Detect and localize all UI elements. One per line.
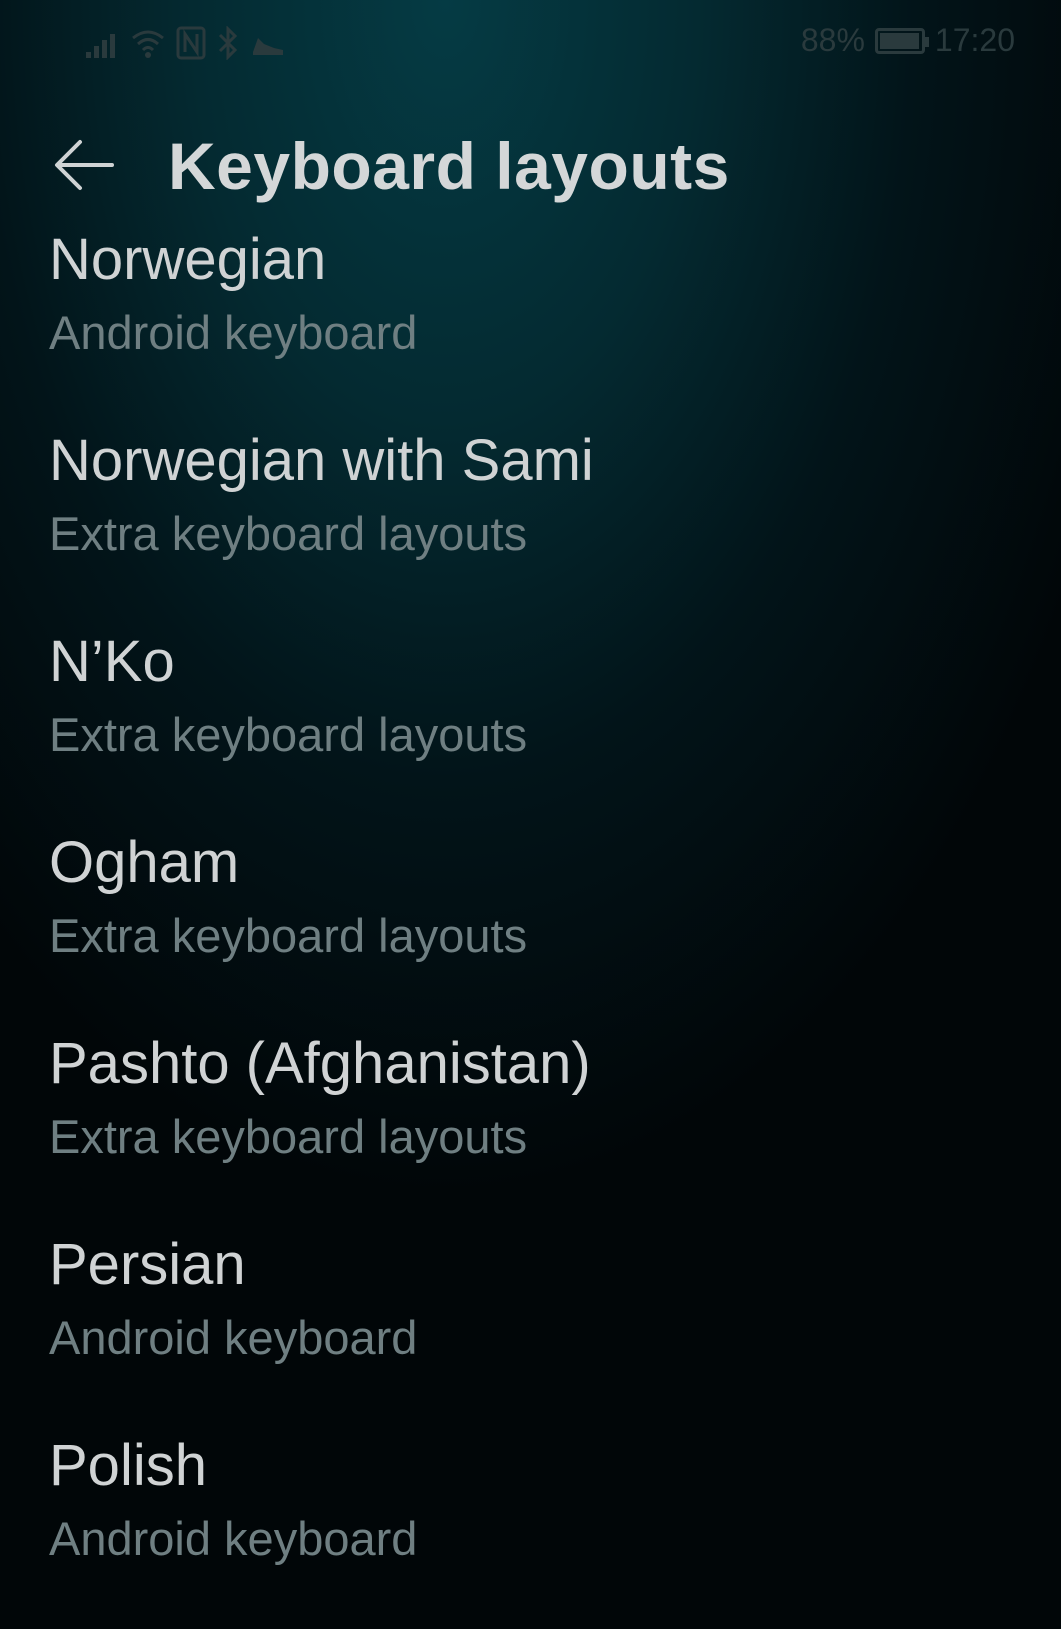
layout-source: Android keyboard — [49, 1311, 418, 1364]
layout-name: Norwegian with Sami — [49, 428, 594, 493]
layout-source: Extra keyboard layouts — [49, 1110, 528, 1163]
status-bar: 88% 17:20 — [0, 0, 1061, 92]
layout-item[interactable]: N’Ko Extra keyboard layouts — [0, 624, 1061, 825]
layout-name: Persian — [49, 1232, 246, 1297]
back-button[interactable] — [50, 130, 120, 200]
layout-item[interactable]: Ogham Extra keyboard layouts — [0, 825, 1061, 1026]
signal-icon — [86, 34, 115, 58]
layout-item[interactable]: Polish Android keyboard — [0, 1428, 1061, 1629]
layout-name: N’Ko — [49, 629, 175, 694]
layout-source: Extra keyboard layouts — [49, 507, 528, 560]
layout-name: Ogham — [49, 830, 240, 895]
nfc-icon — [176, 26, 206, 60]
status-icons — [84, 26, 286, 60]
layout-item[interactable]: Pashto (Afghanistan) Extra keyboard layo… — [0, 1026, 1061, 1227]
battery-fill — [879, 32, 919, 49]
wifi-icon — [132, 30, 164, 58]
arrow-left-icon — [55, 140, 114, 190]
bluetooth-icon — [218, 26, 238, 60]
battery-percent: 88% — [800, 22, 865, 58]
layout-source: Android keyboard — [49, 1512, 418, 1565]
layout-name: Pashto (Afghanistan) — [49, 1031, 591, 1096]
status-right: 88% 17:20 — [801, 22, 1015, 59]
layout-item[interactable]: Persian Android keyboard — [0, 1227, 1061, 1428]
layout-item[interactable]: Norwegian Android keyboard — [0, 222, 1061, 423]
layout-source: Android keyboard — [49, 306, 418, 359]
page-title: Keyboard layouts — [168, 129, 730, 203]
layout-source: Extra keyboard layouts — [49, 909, 528, 962]
clock: 17:20 — [934, 22, 1015, 58]
app-bar: Keyboard layouts — [0, 120, 1061, 220]
shoe-icon — [253, 38, 283, 55]
battery-icon — [874, 27, 929, 54]
layout-source: Extra keyboard layouts — [49, 708, 528, 761]
keyboard-layout-list: Norwegian Android keyboard Norwegian wit… — [0, 222, 1061, 1629]
layout-name: Polish — [49, 1433, 207, 1498]
layout-item[interactable]: Norwegian with Sami Extra keyboard layou… — [0, 423, 1061, 624]
layout-name: Norwegian — [49, 227, 327, 292]
